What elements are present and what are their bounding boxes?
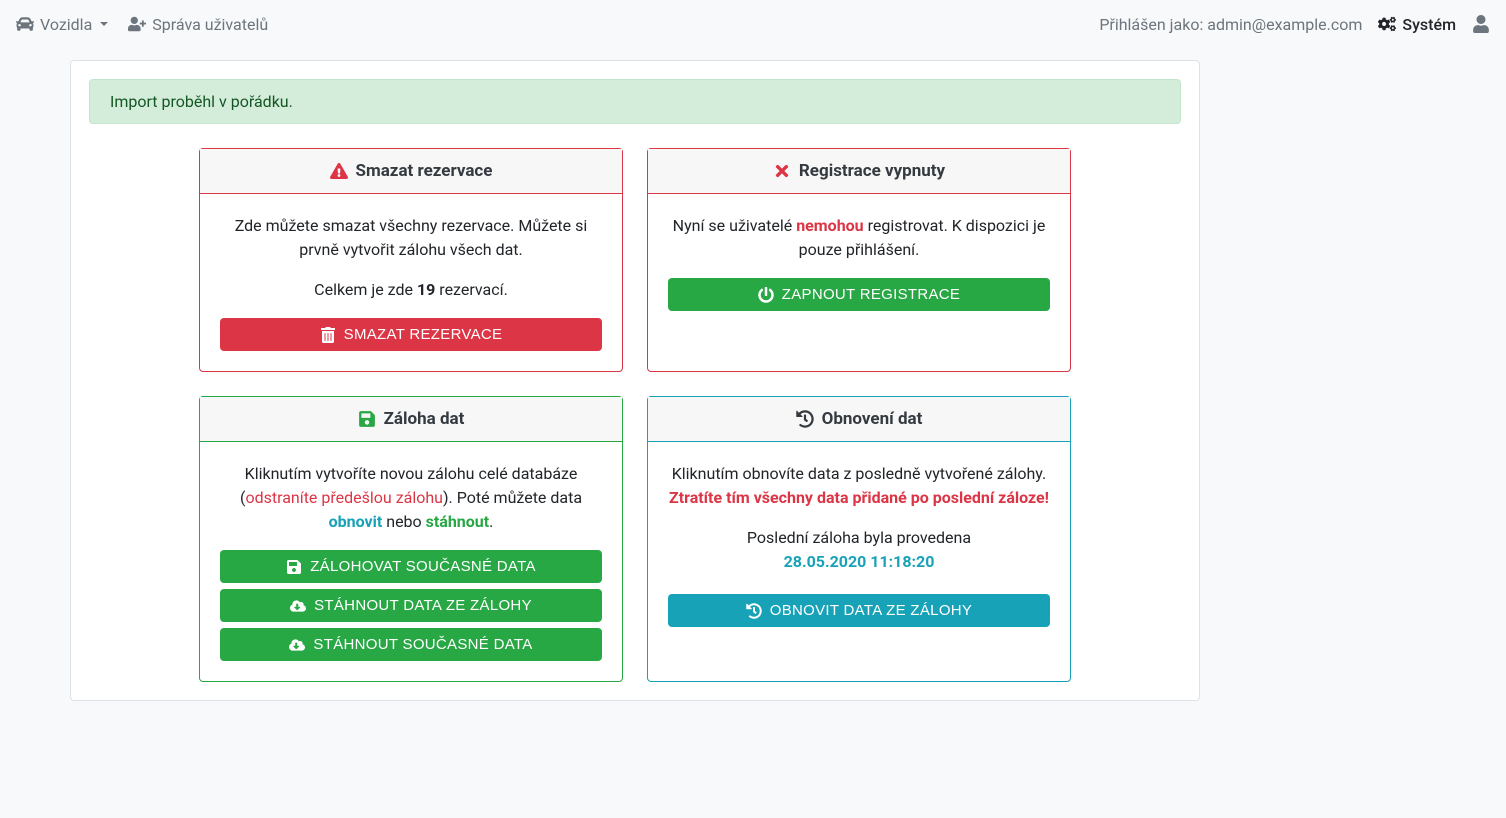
car-icon xyxy=(16,15,34,33)
times-icon xyxy=(773,162,791,180)
card-body-registration: Nyní se uživatelé nemohou registrovat. K… xyxy=(648,194,1070,331)
power-icon xyxy=(758,287,774,303)
card-header-registration: Registrace vypnuty xyxy=(648,149,1070,194)
logged-in-email: admin@example.com xyxy=(1207,15,1362,34)
card-title-backup: Záloha dat xyxy=(384,409,465,429)
card-body-delete: Zde můžete smazat všechny rezervace. Můž… xyxy=(200,194,622,371)
download-current-button[interactable]: Stáhnout současné data xyxy=(220,628,602,661)
trash-icon xyxy=(320,327,336,343)
delete-desc: Zde můžete smazat všechny rezervace. Můž… xyxy=(220,214,602,262)
save-btn-icon xyxy=(286,559,302,575)
card-body-restore: Kliknutím obnovíte data z posledně vytvo… xyxy=(648,442,1070,647)
nav-user-management-label: Správa uživatelů xyxy=(152,15,268,34)
nav-vehicles-label: Vozidla xyxy=(40,15,92,34)
enable-reg-label: Zapnout registrace xyxy=(782,286,960,303)
backup-p2: ). Poté můžete data xyxy=(443,488,582,507)
registration-desc: Nyní se uživatelé nemohou registrovat. K… xyxy=(668,214,1050,262)
alert-text: Import proběhl v pořádku. xyxy=(110,92,293,111)
nav-vehicles[interactable]: Vozidla xyxy=(16,15,108,34)
download-backup-button[interactable]: Stáhnout data ze zálohy xyxy=(220,589,602,622)
backup-desc: Kliknutím vytvoříte novou zálohu celé da… xyxy=(220,462,602,534)
count-prefix: Celkem je zde xyxy=(314,280,417,299)
history-icon xyxy=(796,410,814,428)
user-icon[interactable] xyxy=(1472,15,1490,33)
backup-end: . xyxy=(489,512,493,531)
restore-danger: Ztratíte tím všechny data přidané po pos… xyxy=(669,488,1049,507)
count-suffix: rezervací. xyxy=(435,280,507,299)
backup-current-label: Zálohovat současné data xyxy=(310,558,536,575)
enable-registration-button[interactable]: Zapnout registrace xyxy=(668,278,1050,311)
card-backup: Záloha dat Kliknutím vytvoříte novou zál… xyxy=(199,396,623,682)
alert-success: Import proběhl v pořádku. xyxy=(89,79,1181,124)
warning-icon xyxy=(330,162,348,180)
nav-user-management[interactable]: Správa uživatelů xyxy=(128,15,268,34)
reg-bold: nemohou xyxy=(796,216,863,235)
download-current-label: Stáhnout současné data xyxy=(313,636,532,653)
main-container: Import proběhl v pořádku. Smazat rezerva… xyxy=(70,60,1200,701)
download-backup-label: Stáhnout data ze zálohy xyxy=(314,597,532,614)
user-plus-icon xyxy=(128,15,146,33)
backup-stahnout: stáhnout xyxy=(426,512,490,531)
navbar-left: Vozidla Správa uživatelů xyxy=(16,15,268,34)
card-restore: Obnovení dat Kliknutím obnovíte data z p… xyxy=(647,396,1071,682)
card-body-backup: Kliknutím vytvoříte novou zálohu celé da… xyxy=(200,442,622,681)
logged-user-label: Přihlášen jako: admin@example.com xyxy=(1099,15,1362,34)
card-header-delete: Smazat rezervace xyxy=(200,149,622,194)
logged-in-prefix: Přihlášen jako: xyxy=(1099,15,1207,34)
delete-button-label: Smazat rezervace xyxy=(344,326,503,343)
history-btn-icon xyxy=(746,603,762,619)
save-icon xyxy=(358,410,376,428)
backup-obnovit: obnovit xyxy=(329,512,383,531)
nav-system-label: Systém xyxy=(1402,15,1456,34)
card-title-delete: Smazat rezervace xyxy=(356,161,493,181)
count-number: 19 xyxy=(417,280,435,299)
card-title-restore: Obnovení dat xyxy=(822,409,923,429)
restore-last-backup: Poslední záloha byla provedena 28.05.202… xyxy=(668,526,1050,574)
backup-nebo: nebo xyxy=(382,512,425,531)
cloud-download-icon-2 xyxy=(289,637,305,653)
cards-wrap: Smazat rezervace Zde můžete smazat všech… xyxy=(89,148,1181,682)
navbar-right: Přihlášen jako: admin@example.com Systém xyxy=(1099,15,1490,34)
restore-button-label: Obnovit data ze zálohy xyxy=(770,602,972,619)
card-title-registration: Registrace vypnuty xyxy=(799,161,945,181)
restore-desc: Kliknutím obnovíte data z posledně vytvo… xyxy=(668,462,1050,510)
restore-button[interactable]: Obnovit data ze zálohy xyxy=(668,594,1050,627)
reg-prefix: Nyní se uživatelé xyxy=(673,216,797,235)
cloud-download-icon xyxy=(290,598,306,614)
restore-p1: Kliknutím obnovíte data z posledně vytvo… xyxy=(672,464,1047,483)
nav-system[interactable]: Systém xyxy=(1378,15,1456,34)
restore-last-label: Poslední záloha byla provedena xyxy=(747,528,971,547)
card-header-restore: Obnovení dat xyxy=(648,397,1070,442)
delete-reservations-button[interactable]: Smazat rezervace xyxy=(220,318,602,351)
backup-danger: odstraníte předešlou zálohu xyxy=(245,488,443,507)
restore-last-time: 28.05.2020 11:18:20 xyxy=(784,552,935,571)
caret-icon xyxy=(100,22,108,26)
card-delete-reservations: Smazat rezervace Zde můžete smazat všech… xyxy=(199,148,623,372)
navbar: Vozidla Správa uživatelů Přihlášen jako:… xyxy=(0,0,1506,48)
backup-current-button[interactable]: Zálohovat současné data xyxy=(220,550,602,583)
card-registration: Registrace vypnuty Nyní se uživatelé nem… xyxy=(647,148,1071,372)
card-header-backup: Záloha dat xyxy=(200,397,622,442)
cogs-icon xyxy=(1378,15,1396,33)
delete-count: Celkem je zde 19 rezervací. xyxy=(220,278,602,302)
